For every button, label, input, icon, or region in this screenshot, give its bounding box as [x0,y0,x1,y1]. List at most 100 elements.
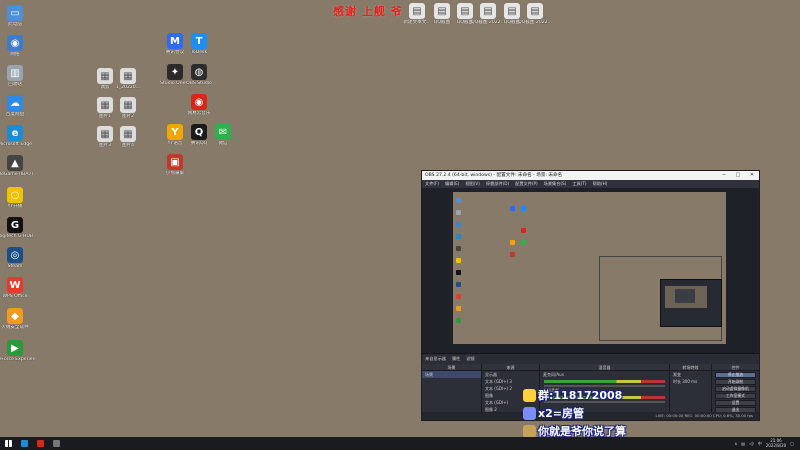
control-button-0[interactable]: 停止推流 [715,372,756,378]
desktop-icon-left-8-label: Steam [7,264,23,269]
preview-desktop-icon [456,318,461,323]
desktop-app-4-label: 网易云音乐 [187,111,211,116]
desktop-icon-left-10-label: 火绒安全软件 [1,325,29,330]
mixer-meter [544,380,665,383]
obs-menu-item-1[interactable]: 编辑(E) [445,180,459,188]
preview-desktop-icon [456,246,461,251]
obs-menu-item-3[interactable]: 停靠部件(D) [486,180,509,188]
desktop-icon-left-9[interactable]: W WPS Office [0,277,35,300]
control-button-4[interactable]: 设置 [715,400,756,406]
desktop-icon-left-9-icon: W [7,277,23,293]
desktop-top-5[interactable]: ▤ QQ截图 2022... [518,3,552,26]
desktop-app-7-label: 微信 [218,141,228,146]
notification-icon[interactable]: ▢ [790,441,794,446]
desktop-top-5-icon: ▤ [527,3,543,19]
desktop-icon-left-10-icon: ◆ [7,308,23,324]
volume-icon[interactable]: ◁) [749,441,754,446]
scene-item[interactable]: 场景 [422,371,481,378]
scenes-title: 场景 [422,364,481,371]
desktop-icon-left-3[interactable]: ☁ 百度网盘 [0,95,35,118]
desktop-icon-left-10[interactable]: ◆ 火绒安全软件 [0,308,35,331]
desktop-app-4[interactable]: ◉ 网易云音乐 [182,94,216,117]
filters-button[interactable]: 滤镜 [466,354,474,364]
live-banner: 感谢 上舰 爷 [333,5,403,18]
transition-select[interactable]: 渐变 [670,371,711,378]
desktop-file-1[interactable]: ▦ 1_20220... [111,68,145,91]
taskbar-start-button[interactable] [0,437,16,450]
minimize-icon[interactable]: ─ [717,171,731,180]
desktop-icon-left-0-label: 此电脑 [8,22,22,27]
overlay-emoji-icon [523,406,536,420]
taskbar-netease-button[interactable] [32,437,48,450]
control-button-1[interactable]: 开始录制 [715,379,756,385]
source-name: 来自显示器 [425,356,446,361]
mixer-title: 混音器 [540,364,669,371]
obs-menu-item-2[interactable]: 视图(V) [465,180,480,188]
desktop-file-3[interactable]: ▦ 图片2 [111,97,145,120]
desktop-app-8-icon: ▣ [167,154,183,170]
desktop-file-5[interactable]: ▦ 图片4 [111,126,145,149]
obs-statusbar: LIVE: 00:00:00 REC: 00:00:00 CPU: 0.6%, … [422,412,759,420]
preview-desktop-icon [510,252,515,257]
transitions-title: 转场特效 [670,364,711,371]
source-item[interactable]: 显示器 [482,371,539,378]
preview-desktop-icon [510,206,515,211]
preview-desktop-icon [521,228,526,233]
taskbar-obs-button[interactable] [48,437,64,450]
nested-canvas-inner [675,289,695,303]
desktop-icon-left-1[interactable]: ◉ 网络 [0,35,35,58]
desktop-icon-left-4[interactable]: e Microsoft Edge [0,125,35,148]
transition-duration[interactable]: 时长 300 ms [670,378,711,385]
properties-button[interactable]: 属性 [452,354,460,364]
preview-desktop-icon [456,210,461,215]
control-button-2[interactable]: 启动虚拟摄像机 [715,386,756,392]
nested-desktop-preview [599,256,722,341]
clock-date: 2022/8/20 [765,442,787,448]
preview-canvas [453,192,726,344]
obs-menu-item-7[interactable]: 帮助(H) [593,180,608,188]
desktop-icon-left-5-icon: ▲ [7,155,23,171]
desktop-icon-left-5[interactable]: ▲ WeGame (IBA7) [0,155,35,178]
source-item[interactable]: 文本 (GDI+) 3 [482,378,539,385]
desktop-icon-left-8[interactable]: ◎ Steam [0,247,35,270]
desktop-icon-left-0[interactable]: ▭ 此电脑 [0,5,35,28]
desktop-icon-left-11-icon: ▶ [7,340,23,356]
desktop-icon-left-6[interactable]: ○ YY开播 [0,187,35,210]
desktop-icon-left-3-icon: ☁ [7,95,23,111]
desktop-app-7[interactable]: ✉ 微信 [206,124,240,147]
obs-preview[interactable] [422,188,759,354]
chevron-up-icon[interactable]: ∧ [734,441,737,446]
controls-title: 控件 [712,364,759,371]
chat-overlay-line: x2=房管 [523,405,584,421]
desktop-icon-left-9-label: WPS Office [2,294,28,299]
desktop-app-6-icon: Q [191,124,207,140]
desktop-app-3[interactable]: ◍ OBS Studio [182,64,216,87]
preview-desktop-icon [456,258,461,263]
desktop-app-5-icon: Y [167,124,183,140]
preview-desktop-icon [521,240,526,245]
desktop-icon-left-2[interactable]: ▥ 回收站 [0,65,35,88]
desktop-app-3-icon: ◍ [191,64,207,80]
desktop-icon-left-11-label: GeForce Experience [0,357,35,362]
ime-icon[interactable]: 中 [758,441,762,447]
control-button-3[interactable]: 工作室模式 [715,393,756,399]
obs-window[interactable]: OBS 27.2.4 (64-bit, windows) - 配置文件: 未命名… [421,170,760,421]
close-icon[interactable]: ✕ [745,171,759,180]
desktop-icon-left-5-label: WeGame (IBA7) [0,172,34,177]
obs-titlebar[interactable]: OBS 27.2.4 (64-bit, windows) - 配置文件: 未命名… [422,171,759,180]
maximize-icon[interactable]: □ [731,171,745,180]
obs-menu-item-0[interactable]: 文件(F) [425,180,439,188]
network-icon[interactable]: ▤ [741,441,745,446]
preview-desktop-icon [510,240,515,245]
clock[interactable]: 21:06 2022/8/20 [765,438,787,448]
desktop-icon-left-6-icon: ○ [7,187,23,203]
obs-menu-item-4[interactable]: 配置文件(P) [515,180,538,188]
obs-menu-item-5[interactable]: 场景集合(S) [544,180,567,188]
taskbar-edge-button[interactable] [16,437,32,450]
desktop-app-8[interactable]: ▣ 小熊录屏 [158,154,192,177]
obs-menu-item-6[interactable]: 工具(T) [572,180,586,188]
desktop-icon-left-11[interactable]: ▶GeForce Experience [0,340,35,363]
desktop-icon-left-7[interactable]: G Logitech G HUB [0,217,35,240]
desktop-app-1[interactable]: T ToDesk [182,33,216,56]
overlay-emoji-icon [523,388,536,402]
